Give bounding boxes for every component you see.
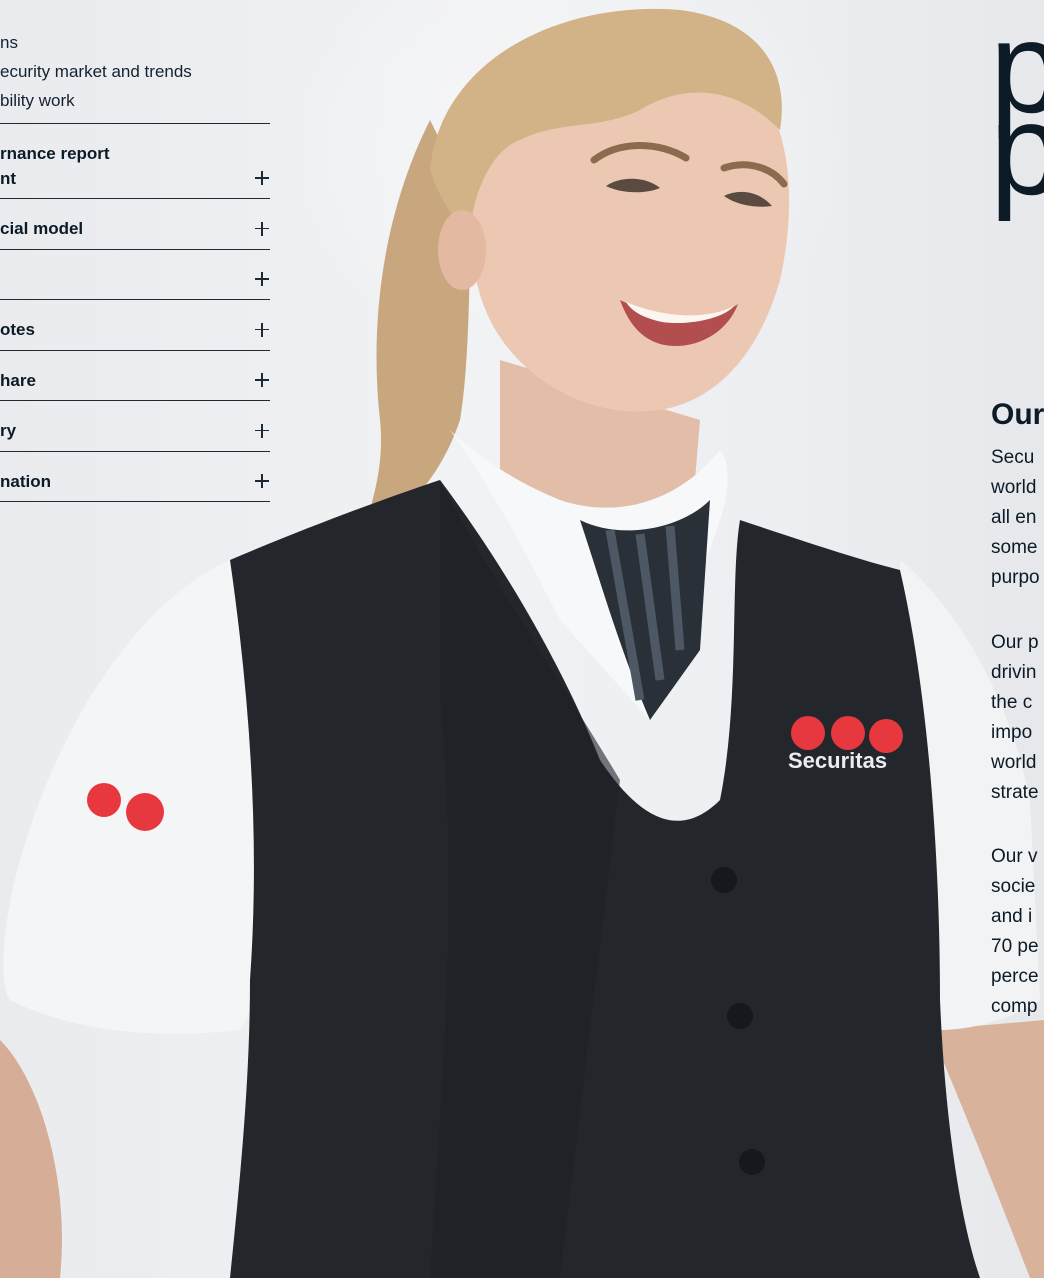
text-line: purpo [991,567,1040,588]
nav-group-financial-model[interactable]: cial model [0,199,270,250]
vest-button [739,1149,765,1175]
nav-group-label: ry [0,421,17,440]
paragraph-1: Secu world all en some purpo [991,443,1040,593]
nav-group-history[interactable]: ry [0,401,270,452]
plus-icon[interactable] [254,322,270,338]
nav-group-notes[interactable]: otes [0,300,270,351]
nav-group-label [0,250,246,267]
plus-icon[interactable] [254,423,270,439]
text-line: some [991,537,1038,558]
text-line: comp [991,996,1038,1017]
nav-group-label: cial model [0,219,84,238]
text-line: and i [991,906,1033,927]
nav-group-label: rnance report nt [0,144,110,188]
plus-icon[interactable] [254,473,270,489]
text-line: socie [991,876,1036,897]
text-line: drivin [991,662,1037,683]
vest-logo-text: Securitas [788,748,887,773]
text-line: all en [991,507,1037,528]
text-line: world [991,752,1037,773]
nav-group-label: otes [0,320,35,339]
paragraph-2: Our p drivin the c impo world strate [991,628,1039,808]
nav-group-share[interactable]: hare [0,351,270,401]
text-line: the c [991,692,1033,713]
vest-button [711,867,737,893]
side-navigation: ns ecurity market and trends bility work… [0,28,270,502]
nav-sub-item-security-market[interactable]: ecurity market and trends [0,57,270,86]
left-arm [0,1040,62,1278]
nav-group-label: nation [0,471,51,491]
text-line: Our p [991,632,1039,653]
sleeve-logo-dot [87,783,121,817]
nav-group-governance[interactable]: rnance report nt [0,124,270,199]
section-heading: Our [991,398,1044,431]
nav-group-3[interactable] [0,250,270,300]
text-line: perce [991,966,1039,987]
paragraph-3: Our v socie and i 70 pe perce comp [991,842,1039,1022]
text-line: world [991,477,1037,498]
sleeve-logo-dot [126,793,164,831]
text-line: Secu [991,447,1035,468]
vest-button [727,1003,753,1029]
nav-sub-item[interactable]: ns [0,28,270,57]
ear [438,210,486,290]
text-line: strate [991,782,1039,803]
text-line: impo [991,722,1033,743]
nav-group-information[interactable]: nation [0,452,270,502]
text-line: Our v [991,846,1038,867]
plus-icon[interactable] [254,170,270,186]
plus-icon[interactable] [254,221,270,237]
logo-dot [791,716,825,750]
plus-icon[interactable] [254,271,270,287]
headline-line-2: p [990,76,1044,222]
plus-icon[interactable] [254,372,270,388]
nav-group-label: hare [0,370,36,390]
text-line: 70 pe [991,936,1039,957]
nav-sub-item-sustainability[interactable]: bility work [0,86,270,115]
logo-dot [831,716,865,750]
